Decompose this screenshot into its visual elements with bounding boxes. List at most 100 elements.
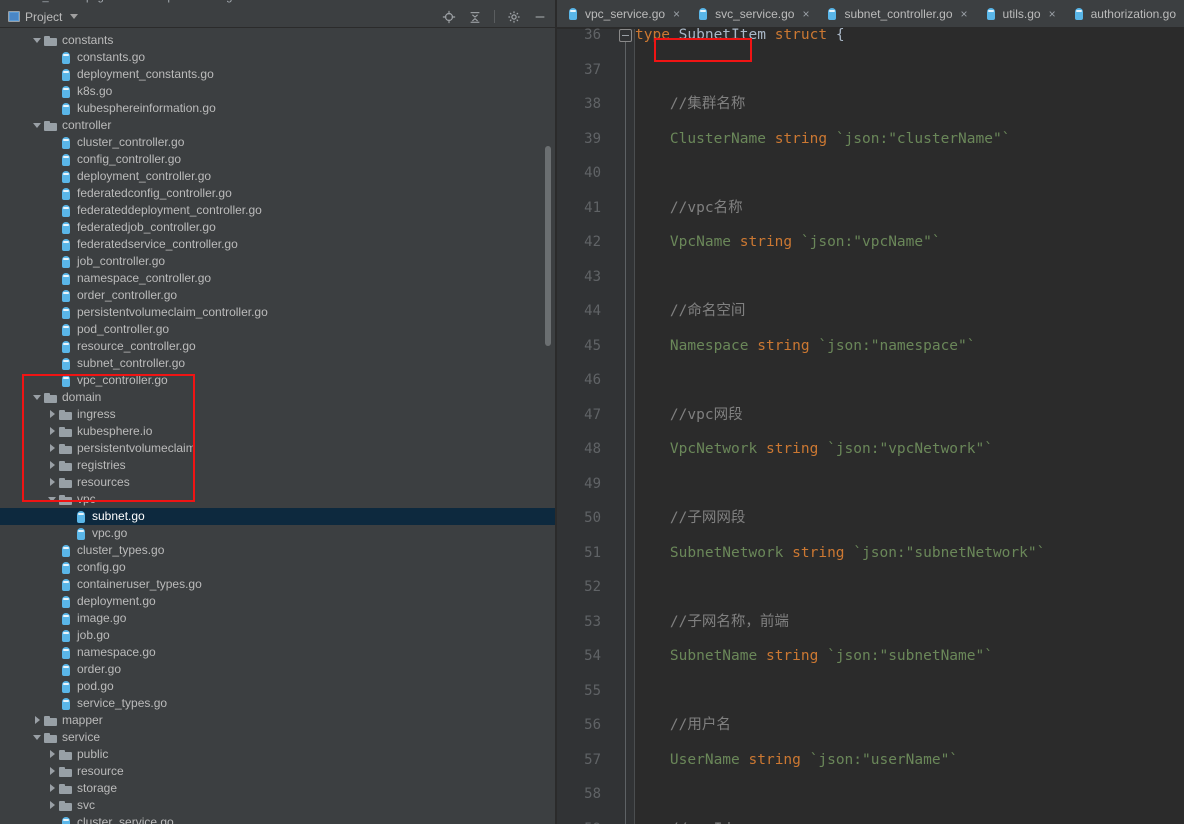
- gear-icon[interactable]: [507, 10, 521, 24]
- tree-file-row[interactable]: federatedservice_controller.go: [0, 236, 555, 253]
- tree-file-row[interactable]: image.go: [0, 610, 555, 627]
- tree-file-row[interactable]: deployment_constants.go: [0, 66, 555, 83]
- chevron-right-icon[interactable]: [48, 444, 57, 453]
- code-text[interactable]: UserName string `json:"userName"`: [635, 743, 1184, 778]
- tree-file-row[interactable]: namespace.go: [0, 644, 555, 661]
- code-token: [635, 200, 670, 216]
- tree-folder-row[interactable]: kubesphere.io: [0, 423, 555, 440]
- tree-item-label: subnet_controller.go: [77, 355, 185, 372]
- project-file-tree[interactable]: constantsconstants.godeployment_constant…: [0, 28, 555, 824]
- tree-file-row[interactable]: pod_controller.go: [0, 321, 555, 338]
- tree-file-row[interactable]: constants.go: [0, 49, 555, 66]
- chevron-down-icon[interactable]: [33, 36, 42, 45]
- tree-folder-row[interactable]: storage: [0, 780, 555, 797]
- code-editor[interactable]: 36type SubnetItem struct {3738 //集群名称39 …: [557, 29, 1184, 824]
- folder-icon: [59, 442, 73, 456]
- tree-file-row[interactable]: federatedconfig_controller.go: [0, 185, 555, 202]
- tree-file-row[interactable]: kubesphereinformation.go: [0, 100, 555, 117]
- tree-file-row[interactable]: pod.go: [0, 678, 555, 695]
- chevron-down-icon[interactable]: [33, 733, 42, 742]
- chevron-right-icon[interactable]: [48, 410, 57, 419]
- breadcrumb-item[interactable]: vpc: [162, 0, 179, 3]
- breadcrumb-item[interactable]: pkg: [86, 0, 104, 3]
- code-text[interactable]: //子网名称，前端: [635, 605, 1184, 640]
- code-text[interactable]: //子网网段: [635, 501, 1184, 536]
- code-text[interactable]: //vpc网段: [635, 398, 1184, 433]
- code-text[interactable]: //vpc名称: [635, 191, 1184, 226]
- tree-file-row[interactable]: config.go: [0, 559, 555, 576]
- code-text[interactable]: SubnetNetwork string `json:"subnetNetwor…: [635, 536, 1184, 571]
- tree-file-row[interactable]: k8s.go: [0, 83, 555, 100]
- tree-file-row[interactable]: subnet_controller.go: [0, 355, 555, 372]
- fold-marker-line-36[interactable]: [619, 29, 632, 42]
- code-text[interactable]: ClusterName string `json:"clusterName"`: [635, 122, 1184, 157]
- breadcrumb-item[interactable]: domain: [115, 0, 151, 3]
- tree-file-row[interactable]: service_types.go: [0, 695, 555, 712]
- chevron-right-icon[interactable]: [33, 716, 42, 725]
- chevron-down-icon[interactable]: [33, 393, 42, 402]
- chevron-right-icon[interactable]: [48, 784, 57, 793]
- tree-folder-row[interactable]: resources: [0, 474, 555, 491]
- tree-folder-row[interactable]: mapper: [0, 712, 555, 729]
- code-token: `json:"subnetNetwork"`: [853, 545, 1045, 561]
- tree-folder-row[interactable]: persistentvolumeclaim: [0, 440, 555, 457]
- chevron-down-icon[interactable]: [33, 121, 42, 130]
- tree-file-row[interactable]: deployment.go: [0, 593, 555, 610]
- chevron-down-icon[interactable]: [48, 495, 57, 504]
- tree-file-row[interactable]: namespace_controller.go: [0, 270, 555, 287]
- tree-file-row[interactable]: persistentvolumeclaim_controller.go: [0, 304, 555, 321]
- tree-file-row[interactable]: vpc_controller.go: [0, 372, 555, 389]
- tree-scrollbar[interactable]: [545, 146, 551, 346]
- tree-folder-row[interactable]: registries: [0, 457, 555, 474]
- code-text[interactable]: //集群名称: [635, 87, 1184, 122]
- tree-folder-row[interactable]: controller: [0, 117, 555, 134]
- chevron-right-icon[interactable]: [48, 478, 57, 487]
- tree-file-row[interactable]: order.go: [0, 661, 555, 678]
- tree-file-row[interactable]: cluster_types.go: [0, 542, 555, 559]
- minimize-icon[interactable]: [533, 10, 547, 24]
- tree-folder-row[interactable]: service: [0, 729, 555, 746]
- line-number: 37: [557, 53, 601, 88]
- chevron-right-icon[interactable]: [48, 461, 57, 470]
- code-text[interactable]: Namespace string `json:"namespace"`: [635, 329, 1184, 364]
- code-text[interactable]: //用户名: [635, 708, 1184, 743]
- tree-folder-row[interactable]: domain: [0, 389, 555, 406]
- locate-target-icon[interactable]: [442, 10, 456, 24]
- chevron-right-icon[interactable]: [48, 427, 57, 436]
- tree-file-row[interactable]: config_controller.go: [0, 151, 555, 168]
- breadcrumb-item[interactable]: nhaimei_cloud: [4, 0, 75, 3]
- tree-file-row[interactable]: federateddeployment_controller.go: [0, 202, 555, 219]
- tree-file-row[interactable]: subnet.go: [0, 508, 555, 525]
- code-text[interactable]: VpcName string `json:"vpcName"`: [635, 225, 1184, 260]
- chevron-down-icon[interactable]: [70, 14, 78, 19]
- tree-folder-row[interactable]: vpc: [0, 491, 555, 508]
- code-text[interactable]: type SubnetItem struct {: [635, 18, 1184, 53]
- tree-file-row[interactable]: order_controller.go: [0, 287, 555, 304]
- tree-folder-row[interactable]: resource: [0, 763, 555, 780]
- tree-file-row[interactable]: cluster_controller.go: [0, 134, 555, 151]
- tree-file-row[interactable]: vpc.go: [0, 525, 555, 542]
- tree-file-row[interactable]: job_controller.go: [0, 253, 555, 270]
- breadcrumb-file[interactable]: subnet.go: [190, 0, 238, 3]
- line-number: 52: [557, 570, 601, 605]
- tree-file-row[interactable]: federatedjob_controller.go: [0, 219, 555, 236]
- code-text[interactable]: //vpcId: [635, 812, 1184, 824]
- tree-folder-row[interactable]: svc: [0, 797, 555, 814]
- code-text[interactable]: VpcNetwork string `json:"vpcNetwork"`: [635, 432, 1184, 467]
- tree-file-row[interactable]: resource_controller.go: [0, 338, 555, 355]
- tree-folder-row[interactable]: public: [0, 746, 555, 763]
- code-text[interactable]: SubnetName string `json:"subnetName"`: [635, 639, 1184, 674]
- tree-file-row[interactable]: job.go: [0, 627, 555, 644]
- chevron-right-icon[interactable]: [48, 750, 57, 759]
- collapse-all-icon[interactable]: [468, 10, 482, 24]
- tree-item-label: cluster_service.go: [77, 814, 174, 824]
- tree-file-row[interactable]: deployment_controller.go: [0, 168, 555, 185]
- tree-file-row[interactable]: cluster_service.go: [0, 814, 555, 824]
- code-text[interactable]: //命名空间: [635, 294, 1184, 329]
- tree-folder-row[interactable]: ingress: [0, 406, 555, 423]
- chevron-right-icon[interactable]: [48, 767, 57, 776]
- chevron-right-icon[interactable]: [48, 801, 57, 810]
- tree-folder-row[interactable]: constants: [0, 32, 555, 49]
- tree-file-row[interactable]: containeruser_types.go: [0, 576, 555, 593]
- code-token: [766, 27, 775, 43]
